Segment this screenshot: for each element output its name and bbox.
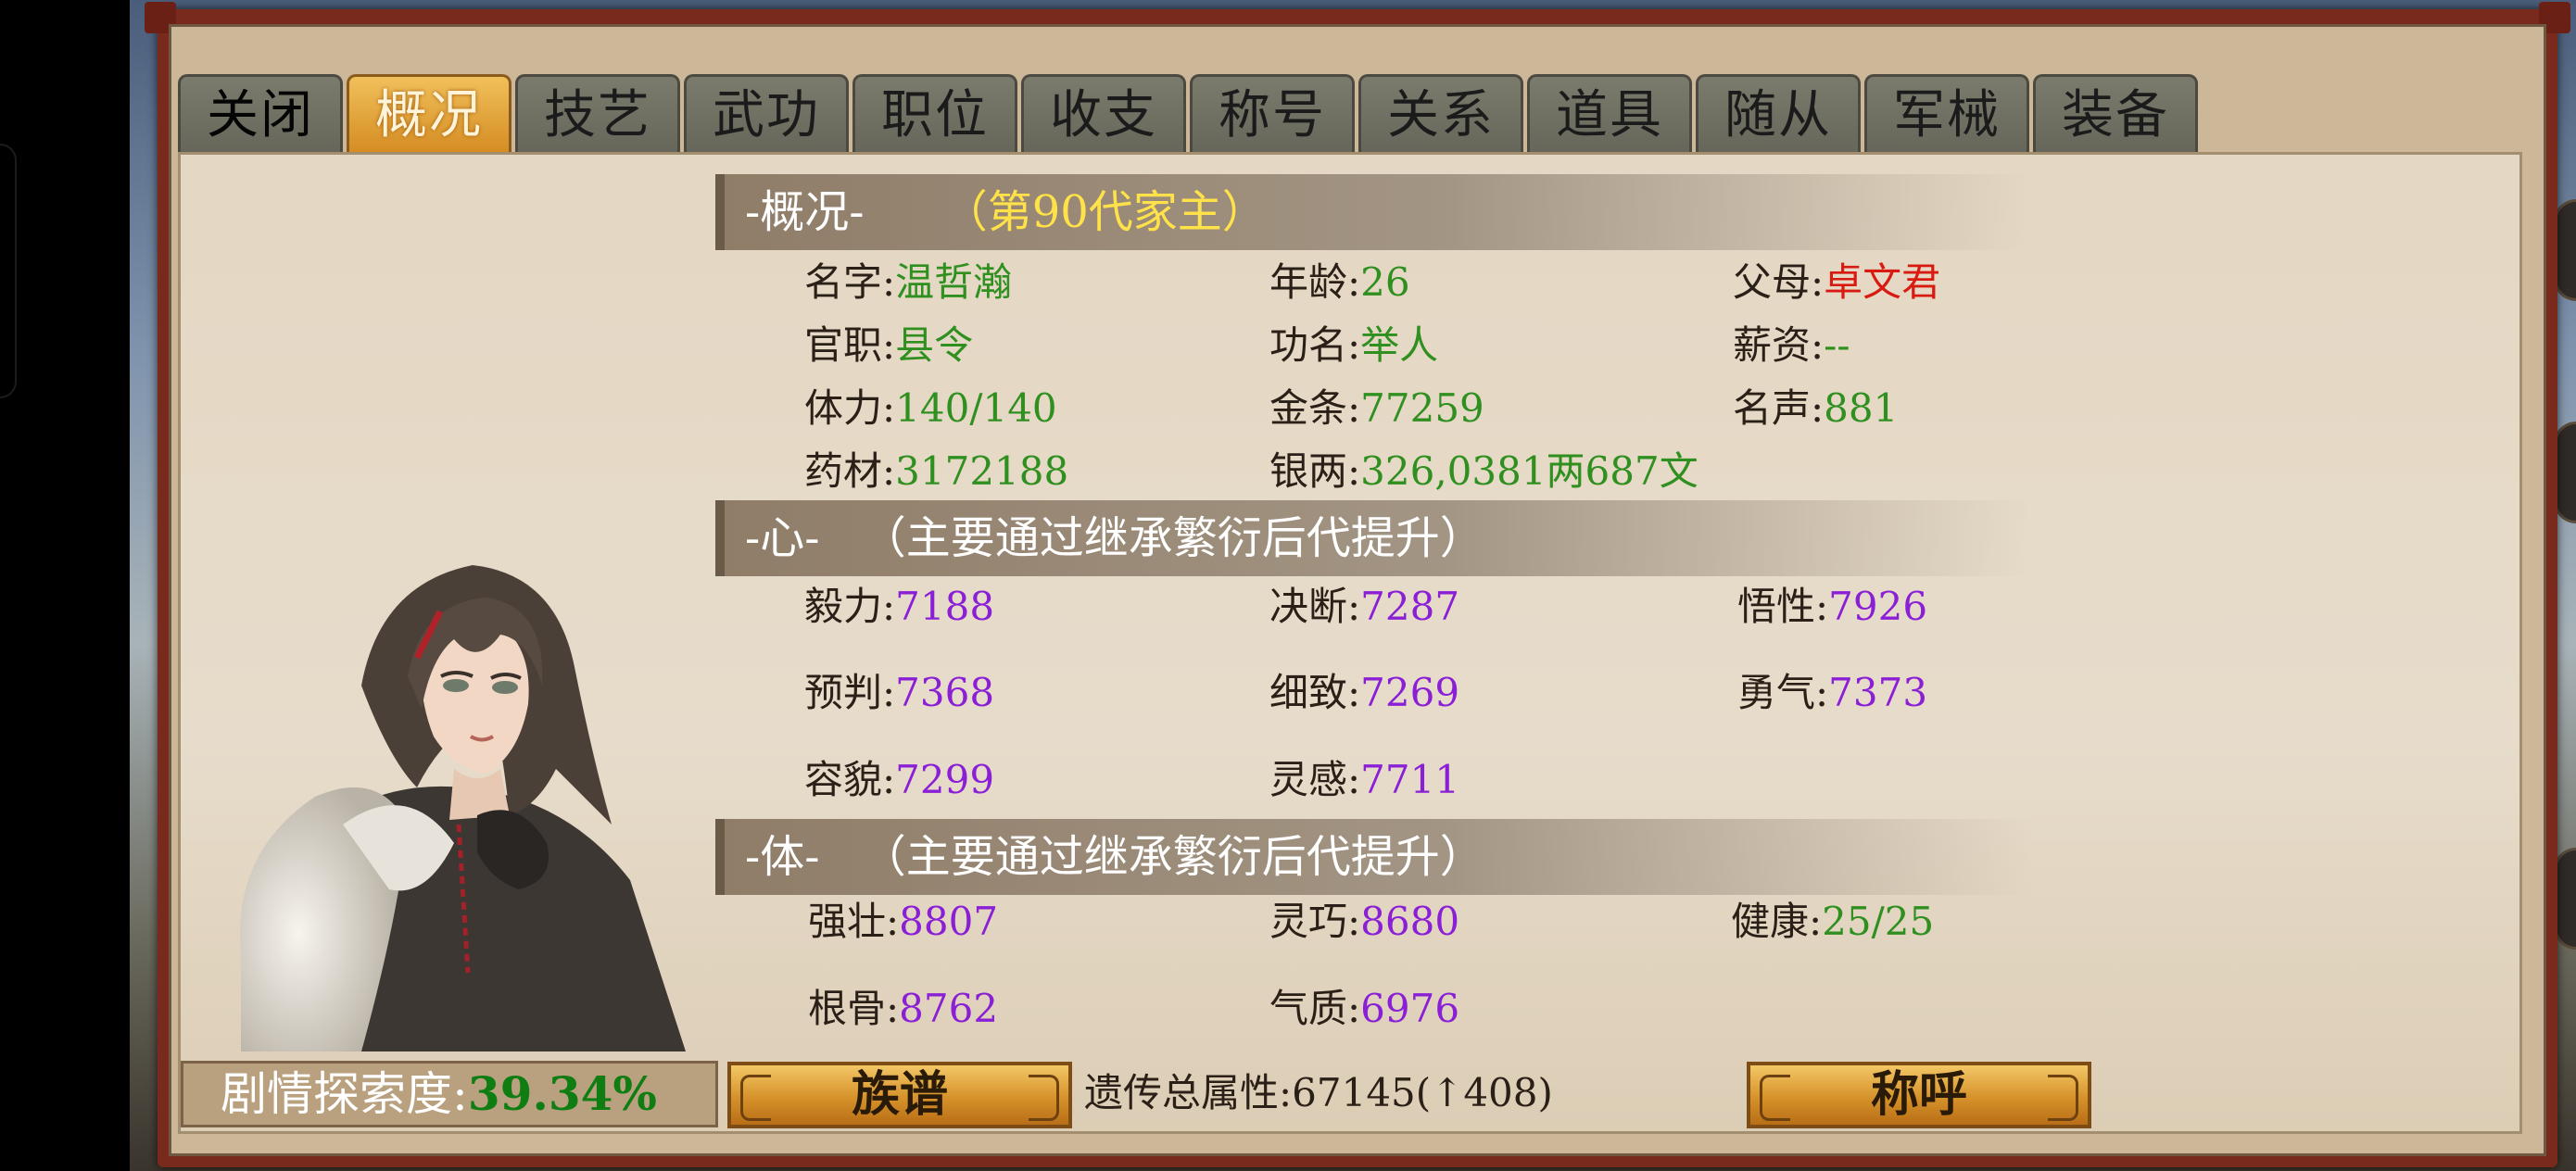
constitution-value: 8762 <box>899 986 999 1031</box>
mind-note: （主要通过继承繁衍后代提升） <box>861 512 1484 564</box>
story-progress: 剧情探索度:39.34% <box>181 1061 718 1127</box>
tab-equipment[interactable]: 装备 <box>2033 74 2198 152</box>
insight-value: 7926 <box>1828 584 1928 629</box>
field-age: 年龄:26 <box>1269 259 1410 305</box>
tab-relations[interactable]: 关系 <box>1358 74 1523 152</box>
tab-martial[interactable]: 武功 <box>684 74 849 152</box>
body-note: （主要通过继承繁衍后代提升） <box>861 831 1484 883</box>
tab-bar: 关闭 概况 技艺 武功 职位 收支 称号 关系 道具 随从 军械库 装备 <box>178 74 2198 223</box>
field-strength: 强壮:8807 <box>808 899 999 944</box>
story-progress-label: 剧情探索度: <box>221 1067 468 1121</box>
name-value: 温哲瀚 <box>895 259 1013 305</box>
field-insight: 悟性:7926 <box>1737 584 1928 629</box>
field-rank: 功名:举人 <box>1269 322 1439 368</box>
section-title-mind: -心- <box>745 512 820 564</box>
field-salary: 薪资:-- <box>1733 322 1850 368</box>
silver-value: 326,0381两687文 <box>1360 448 1698 494</box>
courage-value: 7373 <box>1828 670 1928 715</box>
field-appearance: 容貌:7299 <box>804 757 995 802</box>
tab-close[interactable]: 关闭 <box>178 74 343 152</box>
field-office: 官职:县令 <box>804 322 974 368</box>
herbs-value: 3172188 <box>895 448 1069 494</box>
story-progress-value: 39.34% <box>467 1066 657 1121</box>
field-agility: 灵巧:8680 <box>1269 899 1460 944</box>
field-fame: 名声:881 <box>1733 385 1899 431</box>
parent-value[interactable]: 卓文君 <box>1824 259 1940 305</box>
field-inspiration: 灵感:7711 <box>1269 757 1460 802</box>
device-notch <box>0 144 17 398</box>
strength-value: 8807 <box>899 899 999 944</box>
office-value: 县令 <box>895 322 974 368</box>
age-value: 26 <box>1360 259 1410 305</box>
appearance-value: 7299 <box>895 757 995 802</box>
tab-items[interactable]: 道具 <box>1527 74 1692 152</box>
genetics-total: 遗传总属性:67145(↑408) <box>1084 1070 1553 1115</box>
temperament-value: 6976 <box>1360 986 1460 1031</box>
field-constitution: 根骨:8762 <box>808 986 999 1031</box>
field-name: 名字:温哲瀚 <box>804 259 1013 305</box>
section-header-overview: -概况- （第90代家主） <box>715 174 2031 250</box>
field-gold: 金条:77259 <box>1269 385 1484 431</box>
agility-value: 8680 <box>1360 899 1460 944</box>
foresight-value: 7368 <box>895 670 995 715</box>
stamina-value: 140/140 <box>895 385 1057 431</box>
field-perseverance: 毅力:7188 <box>804 584 995 629</box>
field-stamina: 体力:140/140 <box>804 385 1057 431</box>
field-herbs: 药材:3172188 <box>804 448 1069 494</box>
field-silver: 银两:326,0381两687文 <box>1269 448 1698 494</box>
field-foresight: 预判:7368 <box>804 670 995 715</box>
meticulous-value: 7269 <box>1360 670 1460 715</box>
section-title-overview: -概况- <box>745 186 865 238</box>
tab-skills[interactable]: 技艺 <box>515 74 680 152</box>
salary-value: -- <box>1824 322 1850 368</box>
field-courage: 勇气:7373 <box>1737 670 1928 715</box>
field-parent: 父母:卓文君 <box>1733 259 1941 305</box>
rank-value: 举人 <box>1360 322 1439 368</box>
fame-value: 881 <box>1824 385 1899 431</box>
perseverance-value: 7188 <box>895 584 995 629</box>
gold-value: 77259 <box>1360 385 1484 431</box>
tab-armory[interactable]: 军械库 <box>1864 74 2029 223</box>
section-header-mind: -心- （主要通过继承繁衍后代提升） <box>715 500 2031 576</box>
address-button[interactable]: 称呼 <box>1747 1062 2091 1128</box>
tab-position[interactable]: 职位 <box>852 74 1017 152</box>
health-value: 25/25 <box>1822 899 1935 944</box>
tab-finance[interactable]: 收支 <box>1021 74 1186 152</box>
genealogy-button[interactable]: 族谱 <box>727 1062 1072 1128</box>
tab-overview[interactable]: 概况 <box>347 74 511 152</box>
field-decisiveness: 决断:7287 <box>1269 584 1460 629</box>
field-meticulous: 细致:7269 <box>1269 670 1460 715</box>
character-portrait <box>240 565 686 1051</box>
field-health: 健康:25/25 <box>1731 899 1935 944</box>
field-temperament: 气质:6976 <box>1269 986 1460 1031</box>
tab-titles[interactable]: 称号 <box>1190 74 1355 152</box>
generation-label: （第90代家主） <box>942 186 1267 238</box>
section-title-body: -体- <box>745 831 820 883</box>
inspiration-value: 7711 <box>1360 757 1460 802</box>
decisiveness-value: 7287 <box>1360 584 1460 629</box>
screen-left-margin <box>0 0 130 1171</box>
tab-followers[interactable]: 随从 <box>1696 74 1861 152</box>
section-header-body: -体- （主要通过继承繁衍后代提升） <box>715 819 2031 895</box>
